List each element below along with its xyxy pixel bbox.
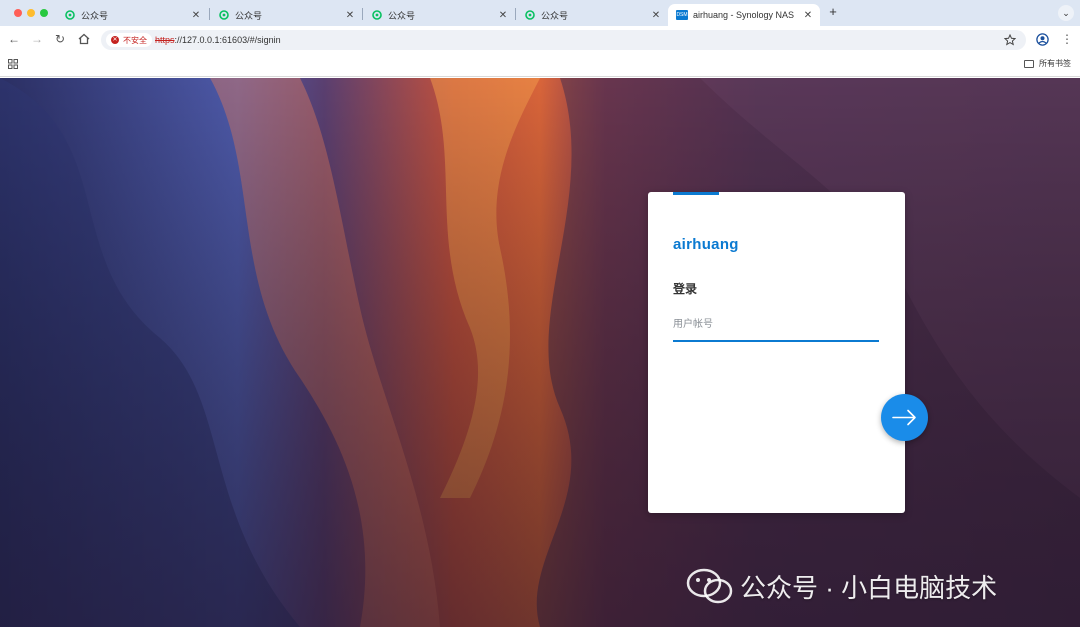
address-bar[interactable]: ✕ 不安全 https://127.0.0.1:61603/#/signin (101, 30, 1026, 50)
url-text[interactable]: https://127.0.0.1:61603/#/signin (155, 35, 281, 45)
browser-tab[interactable]: 公众号 ✕ (209, 4, 362, 26)
arrow-right-icon (892, 409, 916, 426)
bookmarks-bar: 所有书签 (0, 53, 1080, 77)
login-heading: 登录 (673, 282, 698, 296)
nas-hostname: airhuang (673, 236, 739, 253)
wechat-tab-icon (65, 10, 75, 20)
card-accent-bar (673, 192, 719, 195)
close-tab-icon[interactable]: ✕ (190, 10, 202, 21)
synology-dsm-icon: DSM (676, 10, 688, 20)
tab-title: 公众号 (81, 10, 109, 21)
forward-icon[interactable]: → (30, 32, 44, 46)
tab-search-button[interactable]: ⌄ (1058, 5, 1074, 21)
new-tab-button[interactable]: + (826, 5, 840, 19)
profile-icon[interactable] (1036, 33, 1049, 46)
security-chip-label: 不安全 (123, 35, 147, 45)
all-bookmarks-button[interactable]: 所有书签 (1024, 58, 1071, 69)
tab-title: 公众号 (388, 10, 416, 21)
folder-icon (1024, 59, 1034, 68)
browser-tab[interactable]: 公众号 ✕ (55, 4, 208, 26)
reload-icon[interactable]: ↻ (53, 32, 67, 46)
close-tab-icon[interactable]: ✕ (344, 10, 356, 21)
tab-title: airhuang - Synology NAS (693, 10, 795, 20)
wechat-tab-icon (372, 10, 382, 20)
url-rest: ://127.0.0.1:61603/#/signin (174, 35, 281, 45)
next-button[interactable] (881, 394, 928, 441)
bookmark-star-icon[interactable] (1004, 34, 1016, 46)
back-icon[interactable]: ← (7, 32, 21, 46)
url-scheme: https (155, 35, 175, 45)
kebab-menu-icon[interactable]: ⋮ (1060, 32, 1074, 46)
close-tab-icon[interactable]: ✕ (497, 10, 509, 21)
login-card: airhuang 登录 (648, 192, 905, 513)
apps-grid-icon[interactable] (8, 59, 18, 69)
home-icon[interactable] (77, 32, 91, 46)
all-bookmarks-label: 所有书签 (1039, 59, 1071, 68)
wechat-logo-icon (686, 568, 733, 604)
minimize-window-button[interactable] (27, 9, 35, 17)
page-viewport: airhuang 登录 公众号 · 小白电脑技术 (0, 78, 1080, 627)
wechat-watermark: 公众号 · 小白电脑技术 (684, 566, 997, 606)
close-window-button[interactable] (14, 9, 22, 17)
username-input[interactable] (673, 308, 879, 342)
security-chip[interactable]: ✕ 不安全 (106, 33, 152, 47)
tab-title: 公众号 (541, 10, 569, 21)
browser-tab-active[interactable]: DSM airhuang - Synology NAS ✕ (668, 4, 820, 26)
canyon-background-image (0, 78, 1080, 627)
browser-tab[interactable]: 公众号 ✕ (362, 4, 515, 26)
close-tab-icon[interactable]: ✕ (650, 10, 662, 21)
insecure-warning-icon: ✕ (111, 36, 119, 44)
zoom-window-button[interactable] (40, 9, 48, 17)
browser-toolbar: ← → ↻ ✕ 不安全 https://127.0.0.1:61603/#/si… (0, 26, 1080, 53)
browser-tab[interactable]: 公众号 ✕ (515, 4, 668, 26)
close-tab-icon[interactable]: ✕ (802, 10, 814, 21)
watermark-text: 公众号 · 小白电脑技术 (740, 572, 998, 603)
browser-tab-bar: 公众号 ✕ 公众号 ✕ 公众号 ✕ 公众号 ✕ DSM airhuang - S… (0, 0, 1080, 26)
tab-title: 公众号 (235, 10, 263, 21)
wechat-tab-icon (219, 10, 229, 20)
wechat-tab-icon (525, 10, 535, 20)
